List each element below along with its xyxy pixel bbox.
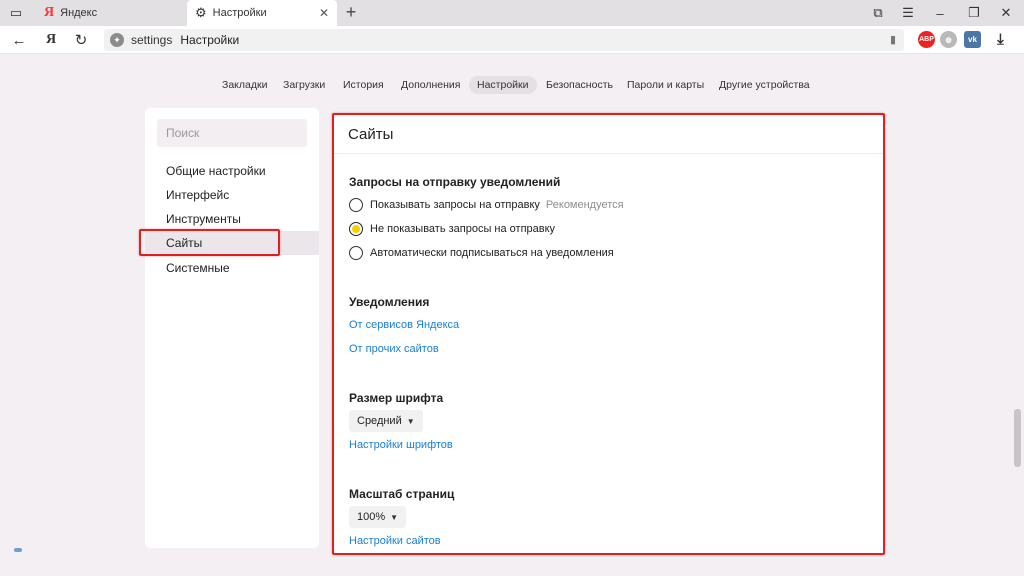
nav-passwords[interactable]: Пароли и карты: [619, 76, 712, 94]
radio-button-selected[interactable]: [349, 222, 363, 236]
tab-yandex[interactable]: Я Яндекс: [36, 0, 186, 26]
page-zoom-value: 100%: [357, 511, 386, 523]
recommended-hint: Рекомендуется: [545, 199, 624, 211]
sidebar-item-tools[interactable]: Инструменты: [145, 207, 319, 231]
font-size-select[interactable]: Средний ▼: [349, 410, 423, 432]
sites-settings-panel: Сайты Запросы на отправку уведомлений По…: [333, 115, 883, 555]
tab-title: Настройки: [212, 7, 267, 19]
sidebar-item-sites[interactable]: Сайты: [145, 231, 319, 255]
adblock-plus-icon[interactable]: ABP: [918, 31, 935, 48]
yandex-home-button[interactable]: Я: [40, 30, 62, 50]
notification-requests-heading: Запросы на отправку уведомлений: [349, 175, 561, 189]
nav-other-devices[interactable]: Другие устройства: [711, 76, 818, 94]
section-nav: Закладки Загрузки История Дополнения Нас…: [0, 74, 1024, 96]
restore-icon[interactable]: ❐: [962, 3, 986, 23]
scrollbar-thumb[interactable]: [1014, 409, 1021, 467]
tabs-sidebar-icon[interactable]: ▭: [4, 3, 28, 23]
settings-search-input[interactable]: [157, 119, 307, 147]
vk-icon[interactable]: vk: [964, 31, 981, 48]
link-font-settings[interactable]: Настройки шрифтов: [349, 439, 453, 451]
nav-security[interactable]: Безопасность: [538, 76, 621, 94]
new-tab-button[interactable]: +: [341, 2, 361, 23]
reload-icon[interactable]: ↻: [70, 30, 92, 50]
divider: [333, 153, 883, 154]
bookmark-icon[interactable]: ▮: [890, 33, 896, 46]
link-site-settings[interactable]: Настройки сайтов: [349, 535, 441, 547]
panel-title: Сайты: [348, 126, 394, 143]
sidebar-item-general[interactable]: Общие настройки: [145, 159, 319, 183]
menu-icon[interactable]: ☰: [896, 3, 920, 23]
tab-strip: ▭ Я Яндекс ⚙ Настройки ✕ + ⧉ ☰ – ❐ ✕: [0, 0, 1024, 26]
globe-icon[interactable]: ◍: [940, 31, 957, 48]
nav-downloads[interactable]: Загрузки: [275, 76, 333, 94]
minimize-icon[interactable]: –: [928, 3, 952, 23]
bookmarks-panel-icon[interactable]: ⧉: [866, 3, 890, 23]
sidebar-item-system[interactable]: Системные: [145, 256, 319, 280]
settings-page-icon: ✦: [110, 33, 124, 47]
tab-title: Яндекс: [60, 7, 98, 19]
status-indicator-icon: [14, 548, 22, 552]
link-yandex-services[interactable]: От сервисов Яндекса: [349, 319, 459, 331]
nav-history[interactable]: История: [335, 76, 392, 94]
nav-settings[interactable]: Настройки: [469, 76, 537, 94]
close-tab-icon[interactable]: ✕: [319, 6, 329, 20]
page-zoom-select[interactable]: 100% ▼: [349, 506, 407, 528]
radio-show-requests[interactable]: Показывать запросы на отправку Рекоменду…: [349, 197, 624, 213]
radio-button[interactable]: [349, 198, 363, 212]
font-size-value: Средний: [357, 415, 402, 427]
radio-label: Показывать запросы на отправку: [370, 199, 540, 211]
gear-icon: ⚙: [195, 5, 207, 20]
notifications-heading: Уведомления: [349, 295, 430, 309]
chevron-down-icon: ▼: [390, 512, 399, 522]
radio-label: Автоматически подписываться на уведомлен…: [370, 247, 614, 259]
settings-sidebar: Общие настройки Интерфейс Инструменты Са…: [145, 108, 319, 548]
radio-hide-requests[interactable]: Не показывать запросы на отправку: [349, 221, 555, 237]
nav-bookmarks[interactable]: Закладки: [214, 76, 275, 94]
tab-settings[interactable]: ⚙ Настройки ✕: [187, 0, 337, 26]
chevron-down-icon: ▼: [406, 416, 415, 426]
nav-extensions[interactable]: Дополнения: [393, 76, 468, 94]
font-size-heading: Размер шрифта: [349, 391, 444, 405]
sidebar-item-interface[interactable]: Интерфейс: [145, 183, 319, 207]
radio-label: Не показывать запросы на отправку: [370, 223, 556, 235]
address-bar: ← Я ↻ ✦ settings Настройки ▮ ABP ◍ vk ⤓: [0, 26, 1024, 54]
back-arrow-icon[interactable]: ←: [8, 30, 30, 50]
page-zoom-heading: Масштаб страниц: [349, 487, 455, 501]
yandex-logo-icon: Я: [44, 5, 55, 20]
url-host: settings: [131, 33, 173, 47]
url-title: Настройки: [180, 33, 240, 47]
radio-auto-subscribe[interactable]: Автоматически подписываться на уведомлен…: [349, 245, 614, 261]
download-icon[interactable]: ⤓: [992, 31, 1009, 48]
link-other-sites[interactable]: От прочих сайтов: [349, 343, 439, 355]
radio-button[interactable]: [349, 246, 363, 260]
omnibox[interactable]: ✦ settings Настройки ▮: [104, 29, 904, 51]
close-window-icon[interactable]: ✕: [994, 3, 1018, 23]
